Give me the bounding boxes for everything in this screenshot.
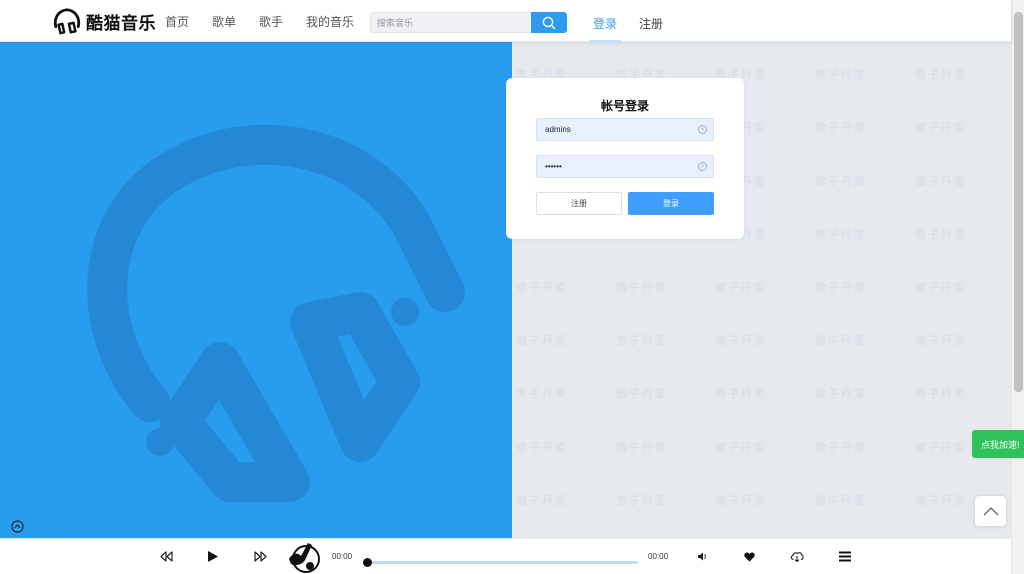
nav-my-music[interactable]: 我的音乐 [306, 13, 354, 30]
watermark-text: 傲子丹爱 [915, 121, 967, 135]
speed-up-button[interactable]: 点我加速! [972, 430, 1024, 458]
brand-name: 酷猫音乐 [86, 13, 156, 33]
watermark-text: 傲子丹爱 [915, 493, 967, 507]
album-cover[interactable] [286, 540, 322, 574]
watermark-text: 傲子丹爱 [915, 440, 967, 454]
password-input[interactable] [537, 162, 698, 171]
clear-icon[interactable]: × [698, 125, 707, 134]
volume-icon [698, 552, 706, 561]
play-icon [208, 551, 218, 562]
active-tab-indicator [589, 40, 621, 43]
watermark-text: 傲子丹爱 [516, 387, 568, 401]
watermark-text: 傲子丹爱 [815, 387, 867, 401]
login-title: 帐号登录 [600, 99, 649, 113]
headphone-logo-illustration [87, 124, 465, 502]
previous-button[interactable] [160, 551, 173, 562]
brand-logo[interactable]: 酷猫音乐 [52, 6, 156, 36]
collapse-player-icon[interactable] [11, 520, 24, 533]
total-time: 00:00 [648, 552, 669, 561]
hero-panel [0, 42, 512, 538]
fast-forward-icon [254, 551, 267, 562]
watermark-text: 傲子丹爱 [715, 334, 767, 348]
download-button[interactable] [790, 551, 804, 562]
search-icon [542, 16, 556, 29]
watermark-text: 傲子丹爱 [815, 440, 867, 454]
watermark-text: 傲子丹爱 [815, 121, 867, 135]
password-field-wrapper: × [536, 155, 714, 178]
watermark-text: 傲子丹爱 [815, 174, 867, 188]
watermark-text: 傲子丹爱 [516, 440, 568, 454]
headphone-icon [53, 8, 81, 35]
watermark-text: 傲子丹爱 [815, 281, 867, 294]
main-nav: 首页 歌单 歌手 我的音乐 [165, 0, 377, 42]
watermark-text: 傲子丹爱 [915, 281, 967, 294]
username-field-wrapper: × [536, 118, 714, 141]
watermark-text: 傲子丹爱 [915, 227, 967, 241]
watermark-text: 傲子丹爱 [616, 334, 668, 348]
rewind-icon [160, 551, 173, 562]
watermark-text: 傲子丹爱 [715, 281, 767, 294]
scrollbar-thumb[interactable] [1014, 12, 1023, 392]
watermark-text: 傲子丹爱 [915, 174, 967, 188]
music-note-logo-icon [289, 543, 320, 573]
menu-icon [839, 551, 851, 562]
clear-icon[interactable]: × [698, 162, 707, 171]
watermark-text: 傲子丹爱 [516, 493, 568, 507]
volume-button[interactable] [697, 552, 707, 561]
nav-playlists[interactable]: 歌单 [212, 13, 236, 30]
progress-bar[interactable] [368, 561, 638, 564]
watermark-text: 傲子丹爱 [815, 334, 867, 348]
back-to-top-button[interactable] [974, 495, 1007, 527]
search-input[interactable] [370, 12, 532, 33]
nav-home[interactable]: 首页 [165, 13, 189, 30]
watermark-text: 傲子丹爱 [815, 227, 867, 241]
nav-login-link[interactable]: 登录 [593, 15, 617, 32]
register-button[interactable]: 注册 [536, 192, 622, 215]
next-button[interactable] [254, 551, 267, 562]
top-navbar: 酷猫音乐 首页 歌单 歌手 我的音乐 登录 注册 [0, 0, 1011, 43]
watermark-text: 傲子丹爱 [915, 68, 967, 82]
play-button[interactable] [207, 550, 219, 563]
cloud-download-icon [790, 552, 804, 562]
nav-singers[interactable]: 歌手 [259, 13, 283, 30]
playlist-button[interactable] [839, 551, 851, 562]
progress-knob[interactable] [363, 558, 372, 567]
page-scrollbar[interactable] [1011, 0, 1024, 574]
watermark-text: 傲子丹爱 [616, 440, 668, 454]
watermark-text: 傲子丹爱 [815, 493, 867, 507]
watermark-text: 傲子丹爱 [516, 334, 568, 348]
watermark-text: 傲子丹爱 [715, 440, 767, 454]
watermark-text: 傲子丹爱 [616, 387, 668, 401]
watermark-text: 傲子丹爱 [516, 281, 568, 294]
watermark-text: 傲子丹爱 [915, 334, 967, 348]
watermark-text: 傲子丹爱 [616, 493, 668, 507]
search-button[interactable] [531, 12, 567, 33]
heart-icon [744, 552, 755, 562]
login-card: 帐号登录 × × 注册 登录 [506, 78, 744, 239]
login-button[interactable]: 登录 [628, 192, 714, 215]
favorite-button[interactable] [744, 552, 755, 562]
watermark-text: 傲子丹爱 [616, 281, 668, 294]
watermark-text: 傲子丹爱 [915, 387, 967, 401]
watermark-text: 傲子丹爱 [715, 387, 767, 401]
nav-register-link[interactable]: 注册 [639, 15, 663, 32]
chevron-up-icon [983, 507, 998, 516]
username-input[interactable] [537, 125, 698, 134]
music-player-bar: 00:00 00:00 [0, 538, 1011, 574]
watermark-text: 傲子丹爱 [815, 68, 867, 82]
watermark-text: 傲子丹爱 [715, 493, 767, 507]
current-time: 00:00 [332, 552, 353, 561]
